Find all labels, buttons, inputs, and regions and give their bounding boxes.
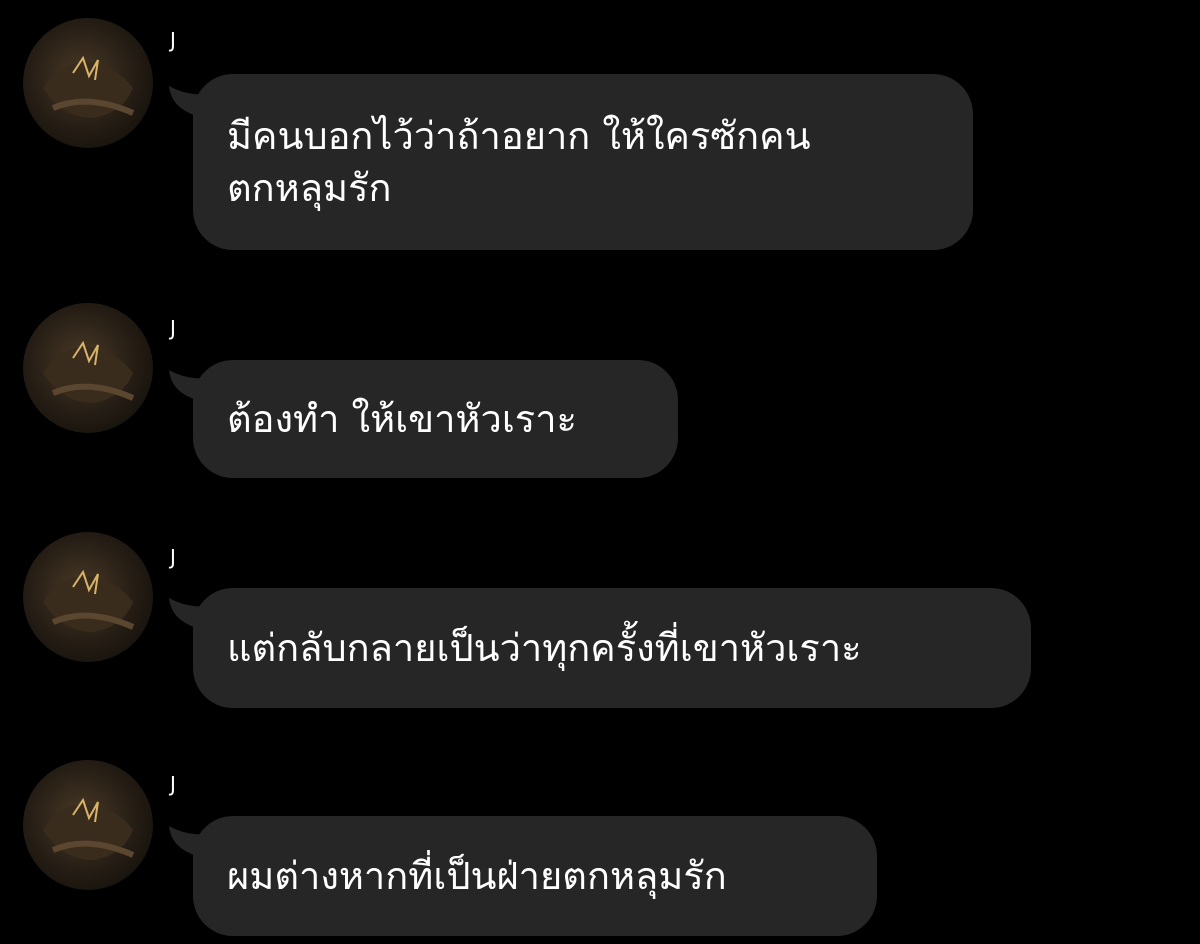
avatar-image — [43, 797, 135, 860]
message-text: แต่กลับกลายเป็นว่าทุกครั้งที่เขาหัวเราะ — [227, 626, 862, 670]
avatar[interactable] — [23, 18, 153, 148]
message-bubble[interactable]: ต้องทำ ให้เขาหัวเราะ — [193, 360, 678, 478]
avatar-image — [43, 569, 135, 632]
message-bubble[interactable]: แต่กลับกลายเป็นว่าทุกครั้งที่เขาหัวเราะ — [193, 588, 1031, 708]
message-text: ผมต่างหากที่เป็นฝ่ายตกหลุมรัก — [227, 854, 727, 898]
avatar[interactable] — [23, 303, 153, 433]
avatar[interactable] — [23, 760, 153, 890]
message-text: มีคนบอกไว้ว่าถ้าอยาก ให้ใครซักคน ตกหลุมร… — [227, 114, 811, 210]
message-text: ต้องทำ ให้เขาหัวเราะ — [227, 397, 577, 441]
avatar[interactable] — [23, 532, 153, 662]
sender-name: J — [170, 28, 176, 52]
message-bubble[interactable]: มีคนบอกไว้ว่าถ้าอยาก ให้ใครซักคน ตกหลุมร… — [193, 74, 973, 250]
sender-name: J — [170, 545, 176, 569]
sender-name: J — [170, 316, 176, 340]
avatar-image — [43, 340, 135, 403]
sender-name: J — [170, 772, 176, 796]
message-bubble[interactable]: ผมต่างหากที่เป็นฝ่ายตกหลุมรัก — [193, 816, 877, 936]
avatar-image — [43, 55, 135, 118]
